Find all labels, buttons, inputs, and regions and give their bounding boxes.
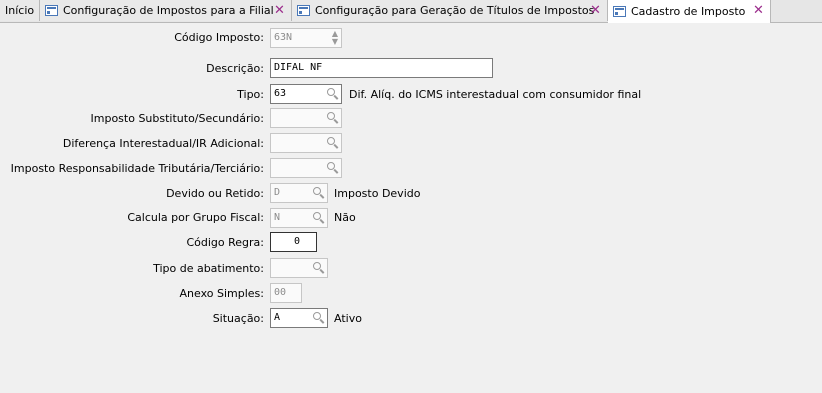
tab-inicio[interactable]: Início bbox=[0, 0, 40, 21]
tab-label: Configuração de Impostos para a Filial bbox=[63, 4, 274, 17]
search-icon[interactable] bbox=[327, 88, 339, 100]
anexo-simples-label: Anexo Simples: bbox=[179, 287, 264, 300]
calcula-grupo-fiscal-input[interactable]: N bbox=[270, 208, 328, 228]
diferenca-interestadual-label: Diferença Interestadual/IR Adicional: bbox=[62, 137, 264, 150]
tipo-abatimento-input[interactable] bbox=[270, 258, 328, 278]
tab-configuracao-geracao-titulos[interactable]: Configuração para Geração de Títulos de … bbox=[292, 0, 608, 21]
search-icon[interactable] bbox=[327, 112, 339, 124]
tab-configuracao-impostos-filial[interactable]: Configuração de Impostos para a Filial ✕ bbox=[40, 0, 292, 21]
devido-retido-value: D bbox=[274, 187, 281, 198]
situacao-description: Ativo bbox=[334, 312, 362, 325]
codigo-regra-input[interactable]: 0 bbox=[270, 232, 317, 252]
descricao-label: Descrição: bbox=[206, 62, 264, 75]
devido-retido-description: Imposto Devido bbox=[334, 187, 421, 200]
search-icon[interactable] bbox=[313, 312, 325, 324]
search-icon[interactable] bbox=[327, 137, 339, 149]
imposto-substituto-label: Imposto Substituto/Secundário: bbox=[90, 112, 265, 125]
tipo-abatimento-label: Tipo de abatimento: bbox=[153, 262, 264, 275]
form-window-icon bbox=[297, 5, 310, 16]
tab-label: Início bbox=[5, 4, 35, 17]
codigo-imposto-label: Código Imposto: bbox=[174, 31, 264, 44]
close-tab-icon[interactable]: ✕ bbox=[752, 4, 765, 17]
situacao-label: Situação: bbox=[212, 312, 264, 325]
anexo-simples-input[interactable]: 00 bbox=[270, 283, 302, 303]
tipo-value: 63 bbox=[274, 88, 287, 99]
devido-retido-input[interactable]: D bbox=[270, 183, 328, 203]
search-icon[interactable] bbox=[313, 187, 325, 199]
calcula-grupo-fiscal-value: N bbox=[274, 212, 281, 223]
devido-retido-label: Devido ou Retido: bbox=[166, 187, 264, 200]
close-tab-icon[interactable]: ✕ bbox=[273, 4, 286, 17]
tab-label: Cadastro de Imposto bbox=[631, 5, 746, 18]
form-window-icon bbox=[45, 5, 58, 16]
tipo-label: Tipo: bbox=[237, 88, 264, 101]
tipo-description: Dif. Alíq. do ICMS interestadual com con… bbox=[349, 88, 642, 101]
tab-label: Configuração para Geração de Títulos de … bbox=[315, 4, 595, 17]
close-tab-icon[interactable]: ✕ bbox=[589, 4, 602, 17]
codigo-imposto-select[interactable]: 63N ▲ ▼ bbox=[270, 28, 342, 48]
descricao-input[interactable]: DIFAL NF bbox=[270, 58, 493, 78]
tab-bar: Início Configuração de Impostos para a F… bbox=[0, 0, 822, 23]
tipo-input[interactable]: 63 bbox=[270, 84, 342, 104]
spinner-arrows-icon[interactable]: ▲ ▼ bbox=[332, 30, 338, 46]
diferenca-interestadual-input[interactable] bbox=[270, 133, 342, 153]
codigo-imposto-value: 63N bbox=[274, 32, 293, 43]
calcula-grupo-fiscal-description: Não bbox=[334, 211, 356, 224]
situacao-value: A bbox=[274, 312, 281, 323]
imposto-substituto-input[interactable] bbox=[270, 108, 342, 128]
search-icon[interactable] bbox=[313, 262, 325, 274]
calcula-grupo-fiscal-label: Calcula por Grupo Fiscal: bbox=[127, 211, 264, 224]
situacao-input[interactable]: A bbox=[270, 308, 328, 328]
search-icon[interactable] bbox=[327, 162, 339, 174]
search-icon[interactable] bbox=[313, 212, 325, 224]
form-window-icon bbox=[613, 6, 626, 17]
imposto-responsabilidade-label: Imposto Responsabilidade Tributária/Terc… bbox=[10, 162, 264, 175]
tab-cadastro-imposto[interactable]: Cadastro de Imposto ✕ bbox=[608, 0, 771, 23]
codigo-regra-label: Código Regra: bbox=[186, 236, 264, 249]
imposto-responsabilidade-input[interactable] bbox=[270, 158, 342, 178]
